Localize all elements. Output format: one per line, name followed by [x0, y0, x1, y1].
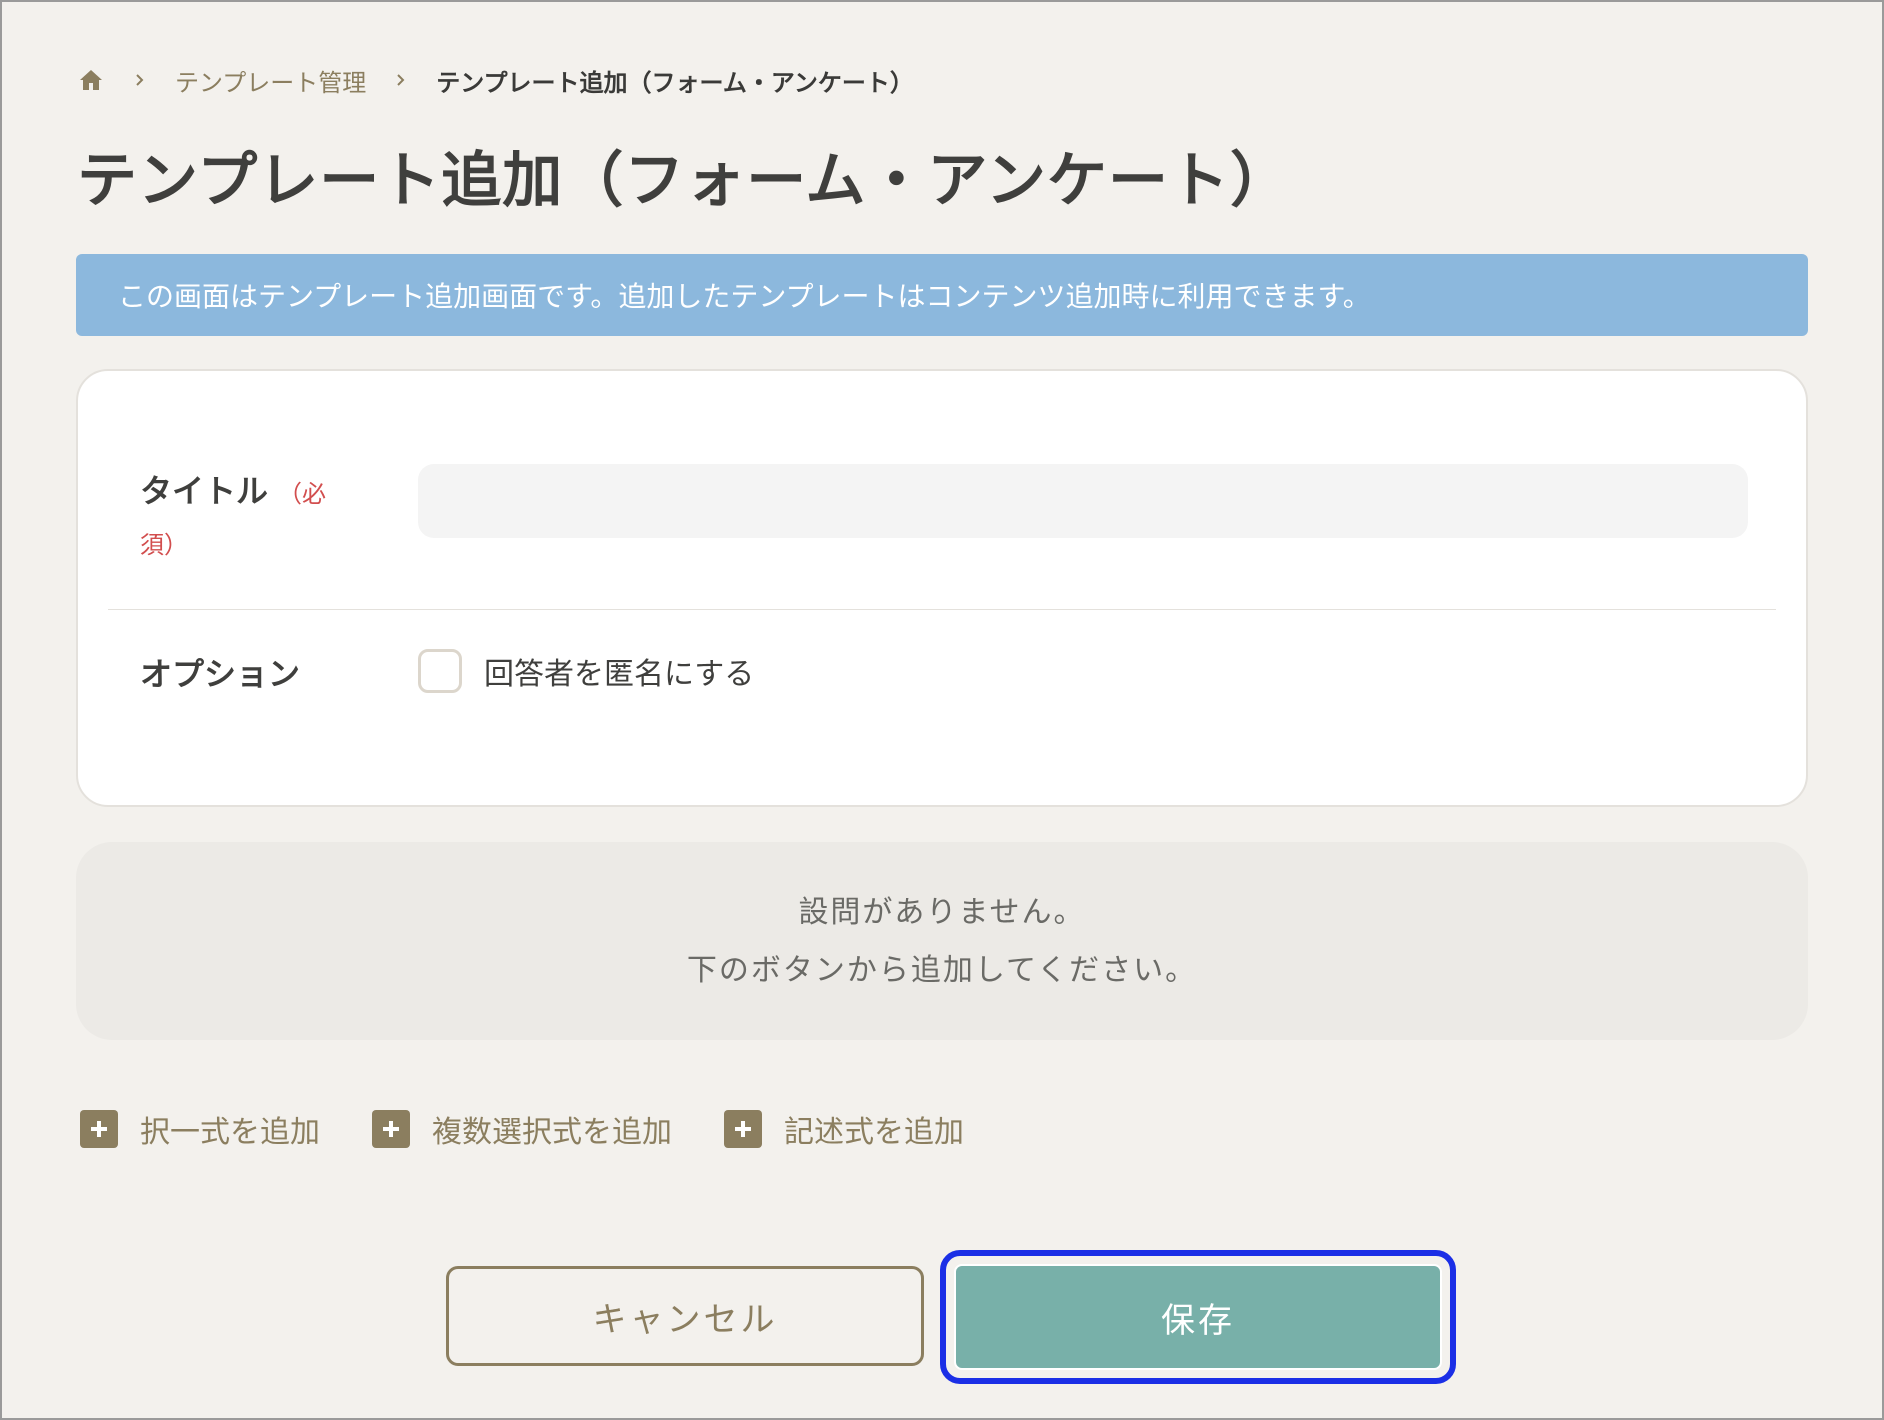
add-single-choice-button[interactable]: 択一式を追加 — [80, 1107, 320, 1151]
add-free-text-button[interactable]: 記述式を追加 — [724, 1107, 964, 1151]
page-title: テンプレート追加（フォーム・アンケート） — [77, 146, 1291, 216]
chevron-right-icon — [133, 73, 147, 87]
plus-icon — [372, 1110, 410, 1148]
title-label-text: タイトル — [140, 472, 269, 510]
add-free-text-label: 記述式を追加 — [784, 1115, 964, 1150]
cancel-button[interactable]: キャンセル — [446, 1266, 924, 1366]
home-icon-svg — [80, 70, 102, 90]
breadcrumb: テンプレート管理 テンプレート追加（フォーム・アンケート） — [77, 62, 914, 98]
title-field-label: タイトル （必須） — [140, 467, 340, 569]
title-input[interactable] — [418, 464, 1748, 538]
plus-icon — [724, 1110, 762, 1148]
info-banner: この画面はテンプレート追加画面です。追加したテンプレートはコンテンツ追加時に利用… — [76, 254, 1808, 336]
empty-message-line1: 設問がありません。 — [798, 895, 1086, 930]
add-question-actions: 択一式を追加 複数選択式を追加 記述式を追加 — [80, 1107, 1016, 1151]
add-single-choice-label: 択一式を追加 — [140, 1115, 320, 1150]
empty-questions-message: 設問がありません。 下のボタンから追加してください。 — [76, 842, 1808, 1040]
divider — [108, 609, 1776, 610]
options-label: オプション — [140, 655, 301, 693]
breadcrumb-current: テンプレート追加（フォーム・アンケート） — [436, 68, 914, 97]
add-multiple-choice-button[interactable]: 複数選択式を追加 — [372, 1107, 672, 1151]
empty-message-line2: 下のボタンから追加してください。 — [686, 953, 1198, 988]
anonymous-checkbox-row[interactable]: 回答者を匿名にする — [418, 649, 754, 693]
add-multiple-choice-label: 複数選択式を追加 — [432, 1115, 672, 1150]
home-icon[interactable] — [77, 66, 105, 94]
plus-icon — [80, 1110, 118, 1148]
anonymous-checkbox[interactable] — [418, 649, 462, 693]
chevron-right-icon — [394, 73, 408, 87]
save-button[interactable]: 保存 — [954, 1264, 1442, 1370]
anonymous-checkbox-label[interactable]: 回答者を匿名にする — [484, 649, 754, 693]
breadcrumb-template-management[interactable]: テンプレート管理 — [175, 63, 366, 98]
form-card: タイトル （必須） オプション 回答者を匿名にする — [76, 369, 1808, 807]
save-button-focus-ring: 保存 — [940, 1250, 1456, 1384]
